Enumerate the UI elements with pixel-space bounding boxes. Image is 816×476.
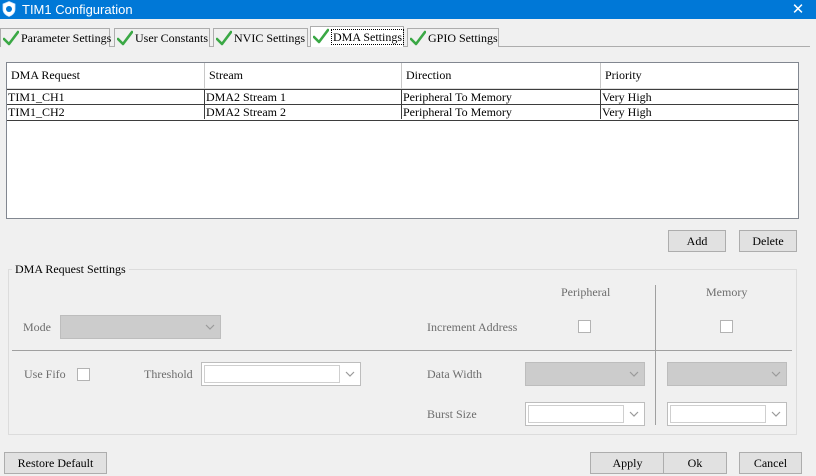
check-icon [117, 30, 133, 46]
column-header-priority[interactable]: Priority [601, 63, 798, 89]
cell-direction: Peripheral To Memory [402, 90, 601, 104]
mode-select[interactable] [60, 315, 221, 339]
cancel-button[interactable]: Cancel [739, 452, 802, 474]
peripheral-column-label: Peripheral [561, 285, 611, 299]
settings-divider [12, 350, 792, 351]
threshold-label: Threshold [144, 367, 193, 381]
peripheral-burst-size-field [528, 405, 624, 423]
add-button[interactable]: Add [668, 230, 726, 252]
tab-parameter-settings[interactable]: Parameter Settings [0, 28, 112, 47]
memory-burst-size-select[interactable] [667, 402, 787, 426]
app-shield-icon [2, 1, 16, 17]
column-divider [655, 285, 656, 425]
group-title: DMA Request Settings [12, 262, 129, 276]
table-row[interactable]: TIM1_CH1 DMA2 Stream 1 Peripheral To Mem… [7, 89, 798, 105]
check-icon [3, 30, 19, 46]
ok-button[interactable]: Ok [663, 452, 727, 474]
use-fifo-checkbox[interactable] [77, 368, 90, 381]
table-row[interactable]: TIM1_CH2 DMA2 Stream 2 Peripheral To Mem… [7, 105, 798, 121]
peripheral-data-width-select[interactable] [525, 362, 645, 386]
memory-data-width-select[interactable] [667, 362, 787, 386]
cell-direction: Peripheral To Memory [402, 105, 601, 119]
apply-button[interactable]: Apply [590, 452, 665, 474]
tab-label: Parameter Settings [21, 31, 112, 45]
memory-column-label: Memory [706, 285, 748, 299]
threshold-select-field [204, 365, 340, 383]
cell-priority: Very High [602, 90, 652, 104]
chevron-down-icon [205, 324, 215, 330]
tab-label: GPIO Settings [428, 31, 498, 45]
tab-label: DMA Settings [331, 29, 405, 45]
close-icon[interactable]: ✕ [788, 0, 808, 19]
use-fifo-label: Use Fifo [24, 367, 66, 381]
title-bar: TIM1 Configuration ✕ [0, 0, 816, 19]
tab-label: NVIC Settings [234, 31, 306, 45]
chevron-down-icon [629, 411, 639, 417]
column-header-stream[interactable]: Stream [205, 63, 402, 89]
cell-priority: Very High [602, 105, 652, 119]
peripheral-increment-checkbox[interactable] [578, 320, 591, 333]
tab-nvic-settings[interactable]: NVIC Settings [213, 28, 308, 47]
column-header-dma-request[interactable]: DMA Request [7, 63, 205, 89]
check-icon [313, 28, 329, 44]
tab-dma-settings[interactable]: DMA Settings [310, 26, 405, 47]
tab-label: User Constants [135, 31, 208, 45]
delete-button[interactable]: Delete [739, 230, 797, 252]
check-icon [410, 30, 426, 46]
chevron-down-icon [629, 371, 639, 377]
chevron-down-icon [771, 411, 781, 417]
window-title: TIM1 Configuration [22, 2, 133, 17]
memory-burst-size-field [670, 405, 766, 423]
data-width-label: Data Width [427, 367, 482, 381]
chevron-down-icon [771, 371, 781, 377]
peripheral-burst-size-select[interactable] [525, 402, 645, 426]
cell-dma-request: TIM1_CH1 [7, 90, 205, 104]
cell-stream: DMA2 Stream 2 [205, 105, 402, 119]
cell-dma-request: TIM1_CH2 [7, 105, 205, 119]
tab-user-constants[interactable]: User Constants [114, 28, 210, 47]
burst-size-label: Burst Size [427, 407, 477, 421]
check-icon [216, 30, 232, 46]
restore-default-button[interactable]: Restore Default [4, 452, 107, 474]
memory-increment-checkbox[interactable] [720, 320, 733, 333]
increment-address-label: Increment Address [427, 320, 518, 334]
dma-request-table: DMA Request Stream Direction Priority TI… [6, 62, 799, 219]
column-header-direction[interactable]: Direction [402, 63, 601, 89]
mode-label: Mode [23, 320, 51, 334]
threshold-select[interactable] [201, 362, 361, 386]
cell-stream: DMA2 Stream 1 [205, 90, 402, 104]
chevron-down-icon [345, 371, 355, 377]
tab-gpio-settings[interactable]: GPIO Settings [407, 28, 499, 47]
